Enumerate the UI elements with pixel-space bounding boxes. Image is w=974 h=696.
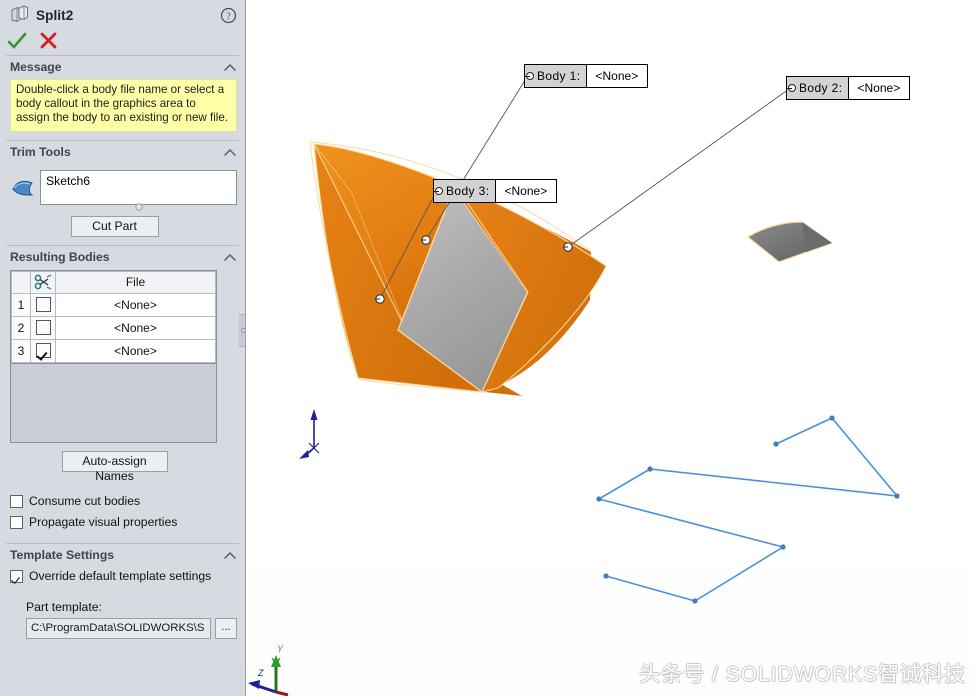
section-title-template-settings: Template Settings	[10, 548, 114, 562]
table-header-index	[12, 271, 31, 293]
help-icon[interactable]: ?	[220, 7, 237, 24]
auto-assign-row: Auto-assign Names	[0, 451, 245, 485]
checkbox-override-default-template[interactable]: Override default template settings	[0, 566, 245, 587]
resulting-bodies-empty-area[interactable]	[10, 364, 217, 443]
body-3-callout[interactable]: Body 3: <None>	[433, 179, 557, 203]
zigzag-sketch[interactable]	[599, 418, 897, 601]
resize-grip[interactable]	[40, 203, 237, 214]
red-x-icon[interactable]	[39, 32, 59, 50]
checkbox-glyph	[36, 297, 51, 312]
row-checkbox[interactable]	[31, 339, 56, 362]
part-template-row: C:\ProgramData\SOLIDWORKS\S ...	[0, 617, 245, 639]
section-header-template-settings[interactable]: Template Settings	[0, 544, 245, 566]
auto-assign-names-button[interactable]: Auto-assign Names	[62, 451, 168, 472]
coordinate-triad: Z Y	[248, 644, 288, 695]
row-checkbox[interactable]	[31, 316, 56, 339]
body-1-callout-value[interactable]: <None>	[587, 65, 648, 87]
chevron-up-icon[interactable]	[223, 550, 237, 560]
checkbox-consume-cut-bodies[interactable]: Consume cut bodies	[0, 491, 245, 512]
solidworks-window: Split2 ? Message	[0, 0, 974, 696]
triad-label-y: Y	[277, 644, 284, 654]
checkbox-propagate-visual-properties[interactable]: Propagate visual properties	[0, 512, 245, 533]
property-manager-header: Split2 ?	[0, 0, 245, 30]
chevron-up-icon[interactable]	[223, 62, 237, 72]
body-3-callout-label: Body 3:	[434, 180, 496, 202]
cut-part-button[interactable]: Cut Part	[71, 216, 159, 237]
chevron-up-icon[interactable]	[223, 147, 237, 157]
section-header-message[interactable]: Message	[0, 56, 245, 78]
body-2-notch-face[interactable]	[748, 222, 832, 262]
chevron-up-icon[interactable]	[223, 252, 237, 262]
checkbox-label: Consume cut bodies	[29, 494, 140, 508]
trim-tools-selection-input[interactable]: Sketch6	[40, 170, 237, 205]
section-title-message: Message	[10, 60, 62, 74]
checkbox-glyph	[36, 320, 51, 335]
part-template-label: Part template:	[0, 597, 245, 617]
body-1-callout-label: Body 1:	[525, 65, 587, 87]
svg-text:?: ?	[226, 11, 231, 22]
section-title-resulting-bodies: Resulting Bodies	[10, 250, 110, 264]
cut-part-row: Cut Part	[0, 216, 245, 237]
trim-surface-icon	[10, 176, 36, 200]
section-header-resulting-bodies[interactable]: Resulting Bodies	[0, 246, 245, 268]
trim-tools-row: Sketch6	[0, 163, 245, 214]
message-box: Double-click a body file name or select …	[10, 79, 237, 132]
row-checkbox[interactable]	[31, 293, 56, 316]
row-file[interactable]: <None>	[56, 316, 216, 339]
callout-anchor-icon	[788, 84, 796, 92]
row-file[interactable]: <None>	[56, 339, 216, 362]
graphics-area[interactable]: Z Y Body 1: <None> Body 2: <None> Body 3…	[246, 0, 974, 696]
section-header-trim-tools[interactable]: Trim Tools	[0, 141, 245, 163]
table-header-row: File	[12, 271, 216, 293]
body-1-callout[interactable]: Body 1: <None>	[524, 64, 648, 88]
checkbox-glyph	[36, 343, 51, 358]
table-row[interactable]: 3 <None>	[12, 339, 216, 362]
page-title: Split2	[36, 8, 73, 23]
split-bodies-icon	[9, 5, 29, 25]
browse-template-button[interactable]: ...	[215, 618, 237, 639]
body-2-callout[interactable]: Body 2: <None>	[786, 76, 910, 100]
property-manager-actions	[0, 30, 245, 52]
section-title-trim-tools: Trim Tools	[10, 145, 71, 159]
checkbox-glyph	[10, 570, 23, 583]
triad-label-z: Z	[257, 668, 264, 678]
row-index: 3	[12, 339, 31, 362]
row-file[interactable]: <None>	[56, 293, 216, 316]
property-manager-panel: Split2 ? Message	[0, 0, 246, 696]
callout-anchor-icon	[435, 187, 443, 195]
row-index: 2	[12, 316, 31, 339]
body-2-callout-label: Body 2:	[787, 77, 849, 99]
table-row[interactable]: 2 <None>	[12, 316, 216, 339]
resulting-bodies-table: File 1 <None> 2 <None> 3	[10, 270, 217, 364]
body-2-callout-value[interactable]: <None>	[849, 77, 910, 99]
table-row[interactable]: 1 <None>	[12, 293, 216, 316]
row-index: 1	[12, 293, 31, 316]
panel-splitter-handle[interactable]	[239, 314, 246, 347]
body-3-callout-value[interactable]: <None>	[496, 180, 557, 202]
origin-axis-icon	[299, 409, 319, 459]
part-template-input[interactable]: C:\ProgramData\SOLIDWORKS\S	[26, 618, 211, 639]
checkbox-glyph	[10, 516, 23, 529]
table-header-file: File	[56, 271, 216, 293]
scissors-icon	[31, 271, 56, 293]
model-scene: Z Y	[246, 0, 974, 696]
callout-anchor-icon	[526, 72, 534, 80]
green-check-icon[interactable]	[7, 32, 27, 50]
checkbox-label: Propagate visual properties	[29, 515, 177, 529]
split-wedge-body[interactable]	[310, 88, 606, 396]
checkbox-label: Override default template settings	[29, 569, 211, 583]
checkbox-glyph	[10, 495, 23, 508]
